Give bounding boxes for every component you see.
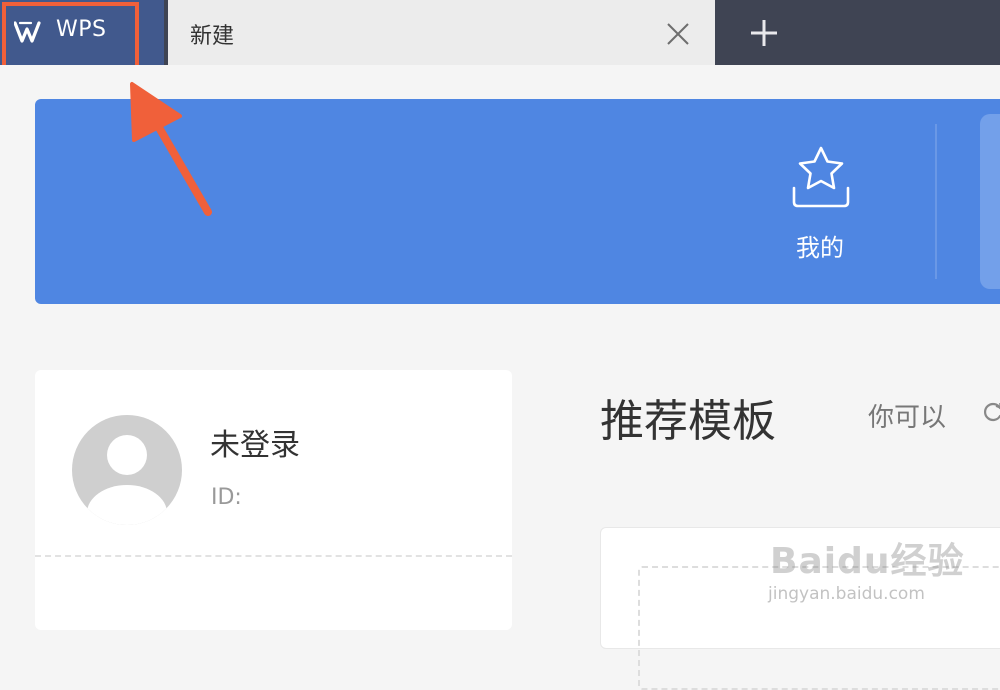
section-title: 推荐模板 xyxy=(600,396,776,447)
tab-new[interactable]: 新建 xyxy=(168,0,715,65)
plus-icon xyxy=(751,20,777,46)
close-icon[interactable] xyxy=(665,21,691,47)
banner-divider xyxy=(935,124,937,279)
refresh-icon[interactable] xyxy=(982,401,1000,423)
section-subtitle: 你可以 xyxy=(868,403,947,433)
user-avatar-icon[interactable] xyxy=(72,415,182,525)
mine-button[interactable]: 我的 xyxy=(780,144,860,264)
new-tab-button[interactable] xyxy=(740,12,788,54)
login-status[interactable]: 未登录 xyxy=(210,420,300,464)
user-card: 未登录 ID: xyxy=(35,370,512,630)
avatar-silhouette xyxy=(87,435,167,525)
card-divider xyxy=(35,555,512,557)
template-card[interactable] xyxy=(600,527,1000,690)
user-id-label: ID: xyxy=(211,485,242,510)
title-bar: WPS 新建 xyxy=(0,0,1000,69)
star-tray-icon xyxy=(792,146,850,208)
home-content: 我的 未登录 ID: 推荐模板 你可以 xyxy=(0,65,1000,690)
mine-label: 我的 xyxy=(796,234,844,262)
banner-right-panel[interactable] xyxy=(980,114,1000,289)
tab-title: 新建 xyxy=(190,24,235,49)
top-banner: 我的 xyxy=(35,99,1000,304)
annotation-highlight-box xyxy=(2,2,139,69)
template-placeholder xyxy=(638,566,1000,690)
